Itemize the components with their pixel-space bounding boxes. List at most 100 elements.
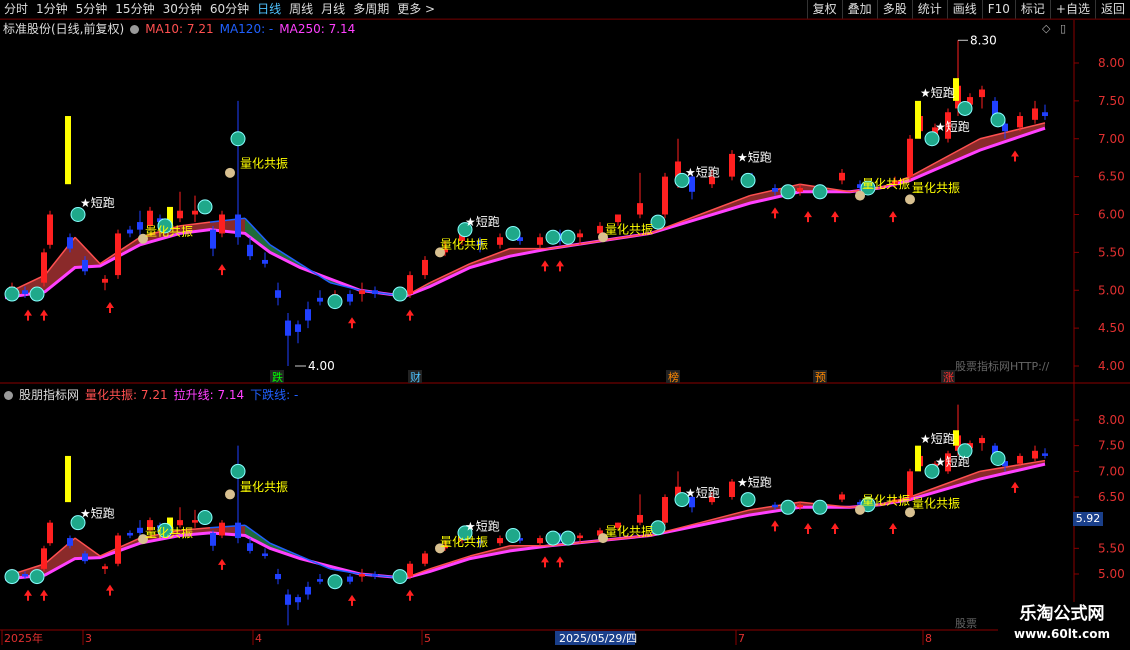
signal-dot-icon: [650, 520, 666, 536]
ma10-segment: [299, 555, 331, 570]
candle-body: [127, 532, 133, 536]
candle-body: [907, 138, 913, 177]
candle-body: [305, 309, 311, 321]
current-price-badge: 5.92: [1073, 512, 1103, 526]
up-arrow-icon: [40, 309, 48, 321]
candle-body: [1032, 108, 1038, 120]
kline-chart[interactable]: 8.00 7.50 7.00 6.50 6.00 5.50 5.00 4.50 4.00 8.00…: [0, 0, 1130, 650]
y-tick-label: 7.00: [1098, 464, 1125, 478]
resonance-label: 量化共振: [862, 494, 910, 508]
up-arrow-icon: [771, 520, 779, 532]
x-axis-label: 5: [424, 632, 431, 645]
x-axis-date-cursor: 2025/05/29/四: [559, 632, 637, 645]
signal-dot-icon: [327, 574, 343, 590]
candle-body: [979, 437, 985, 444]
signal-candle: [915, 445, 921, 472]
resonance-label: 量化共振: [440, 238, 488, 252]
candle-body: [41, 252, 47, 283]
signal-dot-icon: [560, 530, 576, 546]
candle-body: [797, 187, 803, 192]
candle-body: [979, 89, 985, 98]
up-arrow-icon: [1011, 481, 1019, 493]
ma250-line-main: [4, 126, 1046, 300]
coin-icon: [855, 190, 865, 201]
up-arrow-icon: [771, 207, 779, 219]
low-price-label: 4.00: [308, 359, 335, 373]
signal-candle: [65, 116, 71, 185]
up-arrow-icon: [24, 309, 32, 321]
up-arrow-icon: [541, 260, 549, 272]
up-arrow-icon: [106, 584, 114, 596]
short-run-label: ★短跑: [80, 507, 115, 521]
candle-body: [102, 566, 108, 569]
candle-body: [275, 574, 281, 580]
up-arrow-icon: [1011, 150, 1019, 162]
candle-body: [497, 237, 503, 245]
candle-body: [219, 522, 225, 536]
y-tick-label: 8.00: [1098, 413, 1125, 427]
candle-body: [1042, 112, 1048, 117]
candle-body: [372, 290, 378, 295]
y-tick-label: 4.00: [1098, 359, 1125, 373]
up-arrow-icon: [831, 211, 839, 223]
up-arrow-icon: [24, 589, 32, 601]
candle-body: [359, 574, 365, 577]
signal-dot-icon: [812, 184, 828, 200]
x-axis-label: 2025年: [4, 631, 43, 645]
candle-body: [210, 229, 216, 249]
candle-body: [1017, 455, 1023, 464]
candle-body: [797, 504, 803, 508]
candle-body: [615, 214, 621, 223]
candle-body: [422, 553, 428, 564]
up-arrow-icon: [831, 522, 839, 534]
candle-body: [67, 538, 73, 546]
candle-body: [115, 535, 121, 564]
candle-body: [637, 203, 643, 215]
signal-dot-icon: [505, 225, 521, 241]
high-price-label: 8.30: [970, 33, 997, 47]
short-run-label: ★短跑: [685, 486, 720, 500]
event-marker-3: 预: [815, 371, 826, 384]
up-arrow-icon: [556, 260, 564, 272]
ma10-segment: [909, 138, 981, 178]
resonance-label: 量化共振: [240, 480, 288, 494]
candle-body: [177, 210, 183, 219]
coin-icon: [905, 194, 915, 205]
candle-body: [219, 214, 225, 234]
signal-dot-icon: [4, 286, 20, 302]
up-arrow-icon: [218, 264, 226, 276]
candle-body: [305, 586, 311, 595]
event-marker-1: 财: [410, 370, 421, 384]
candle-body: [317, 297, 323, 302]
candle-body: [127, 229, 133, 234]
event-marker-0: 跌: [272, 370, 283, 384]
signal-dot-icon: [327, 294, 343, 310]
up-arrow-icon: [218, 558, 226, 570]
signal-dot-icon: [197, 510, 213, 526]
x-axis-label: 3: [85, 632, 92, 645]
logo-title: 乐淘公式网: [1019, 604, 1105, 624]
signal-dot-icon: [740, 492, 756, 508]
y-tick-label: 6.00: [1098, 208, 1125, 222]
signal-dot-icon: [392, 286, 408, 302]
up-arrow-icon: [889, 522, 897, 534]
candle-body: [347, 576, 353, 582]
signal-dot-icon: [545, 229, 561, 245]
candle-body: [285, 320, 291, 336]
candle-body: [47, 214, 53, 245]
candle-body: [577, 233, 583, 238]
resonance-label: 量化共振: [145, 526, 193, 540]
candle-body: [102, 278, 108, 283]
candle-body: [359, 290, 365, 295]
candle-body: [1017, 116, 1023, 128]
candle-body: [285, 594, 291, 605]
candle-body: [82, 553, 88, 562]
resonance-label: 量化共振: [605, 525, 653, 539]
sub-watermark: 股票: [955, 617, 977, 630]
ma10-segment: [299, 263, 331, 284]
y-tick-label: 6.50: [1098, 170, 1125, 184]
up-arrow-icon: [556, 556, 564, 568]
candle-body: [772, 187, 778, 192]
short-run-label: ★短跑: [737, 476, 772, 490]
y-tick-label: 5.00: [1098, 567, 1125, 581]
